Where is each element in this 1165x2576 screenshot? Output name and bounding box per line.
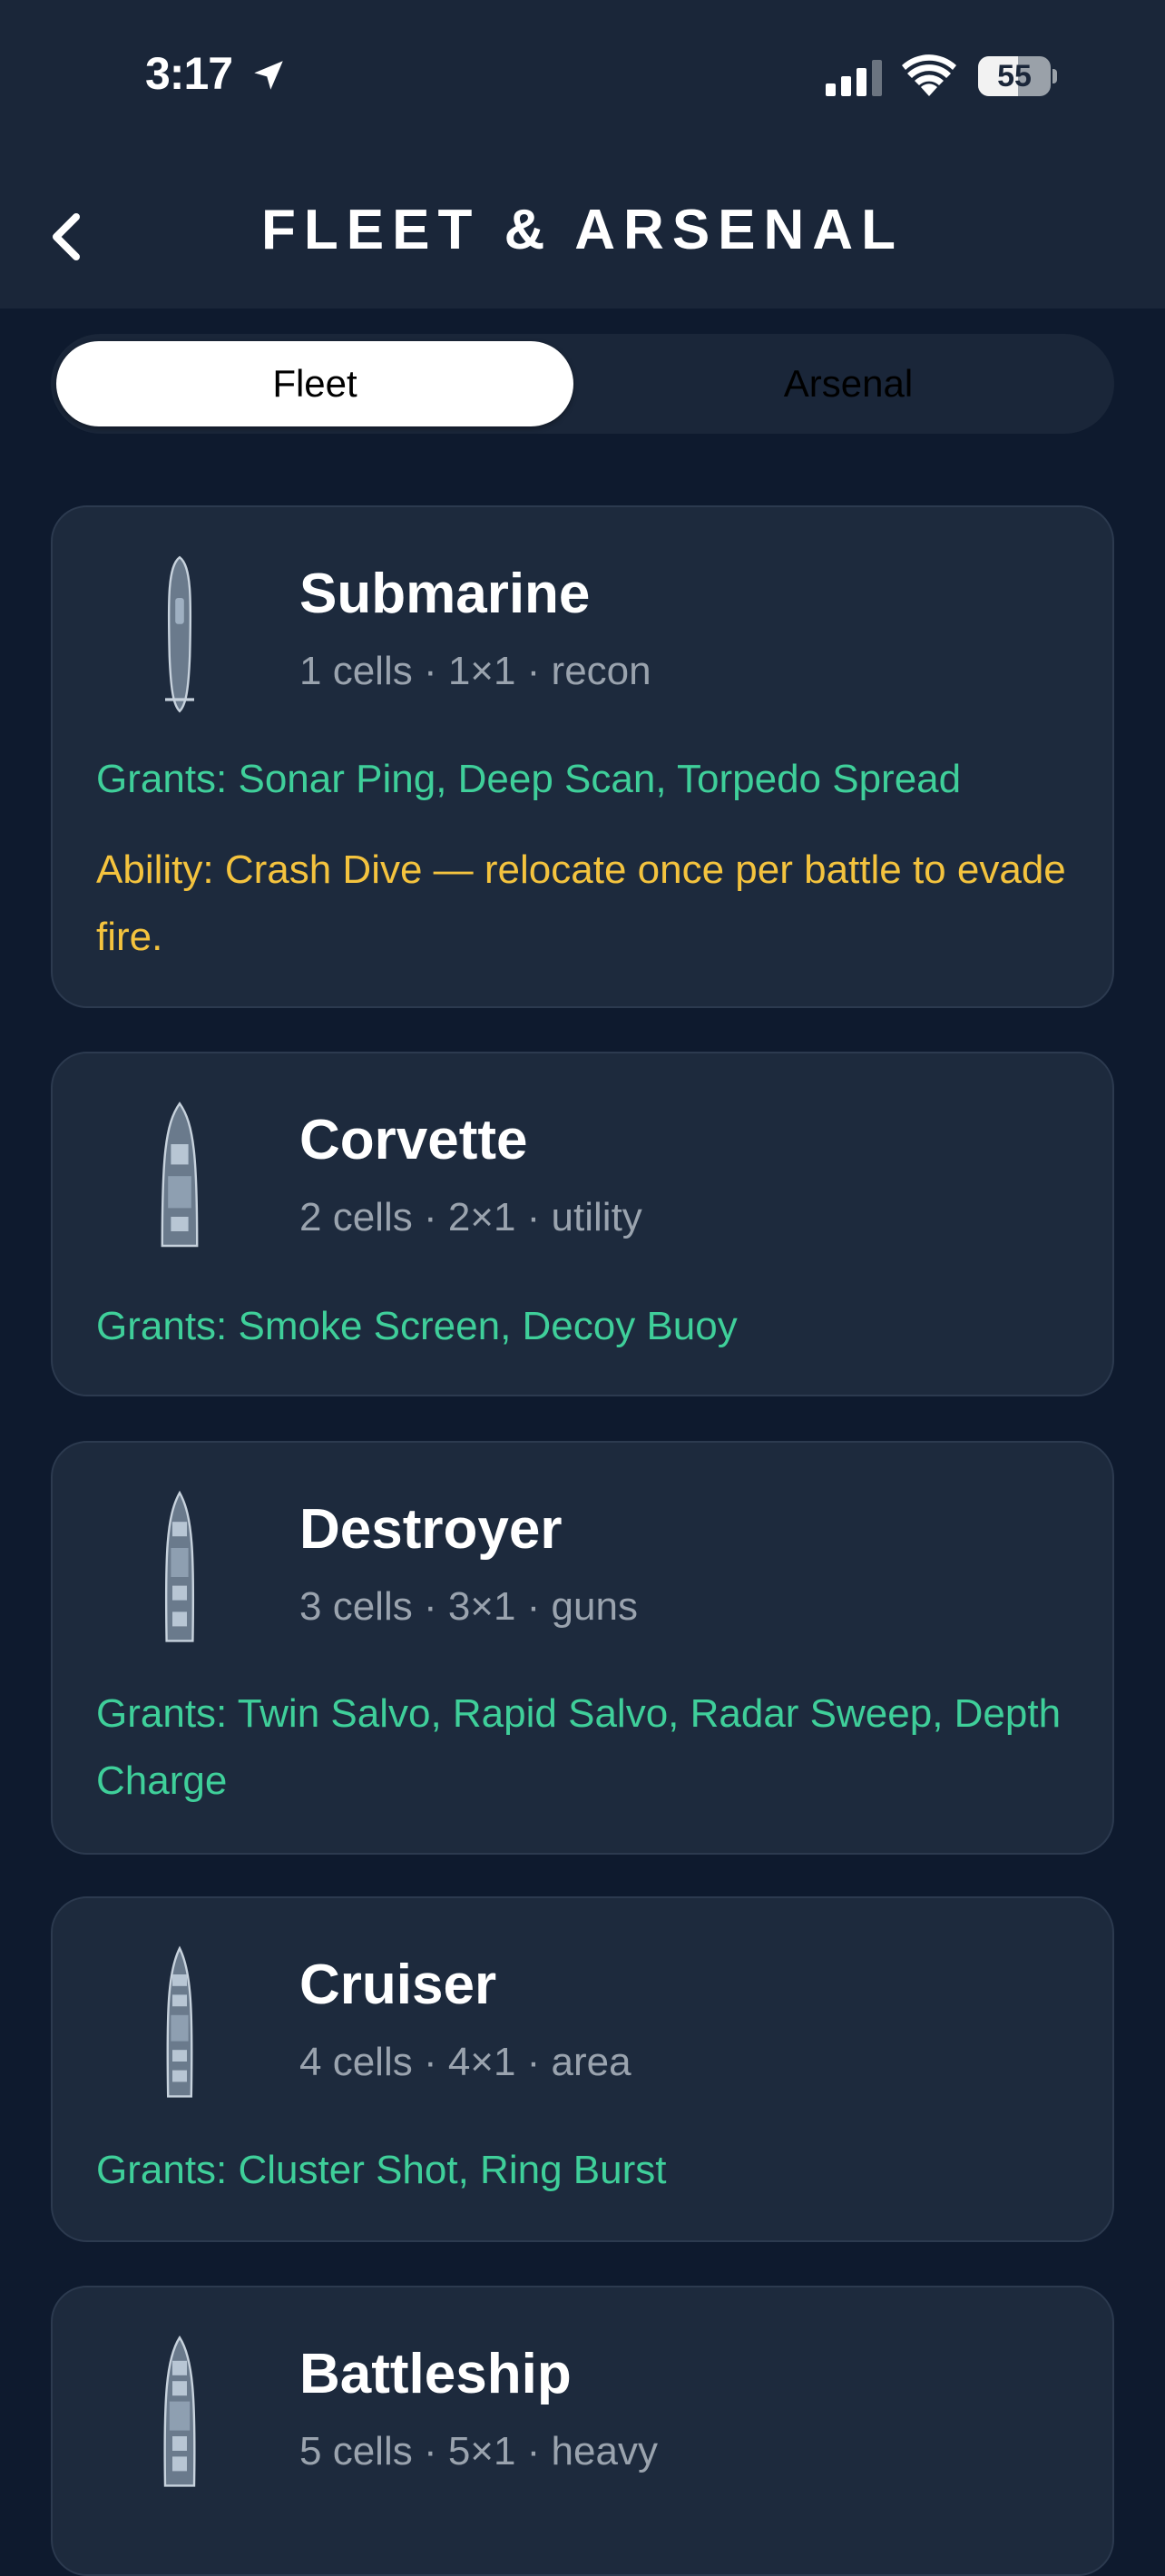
wifi-icon: [902, 54, 956, 96]
ship-ability: Ability: Crash Dive — relocate once per …: [96, 847, 1066, 959]
ship-card-corvette[interactable]: Corvette 2 cells · 2×1 · utility Grants:…: [51, 1052, 1114, 1396]
submarine-icon: [165, 555, 194, 713]
ship-card-cruiser[interactable]: Cruiser 4 cells · 4×1 · area Grants: Clu…: [51, 1896, 1114, 2242]
destroyer-icon: [164, 1490, 195, 1642]
nav-header: FLEET & ARSENAL: [0, 154, 1165, 309]
ship-grants: Grants: Smoke Screen, Decoy Buoy: [96, 1304, 738, 1348]
fleet-arsenal-segmented-control: Fleet Arsenal: [51, 334, 1114, 434]
tab-fleet[interactable]: Fleet: [56, 341, 573, 426]
battery-indicator: 55: [978, 56, 1058, 96]
ship-card-destroyer[interactable]: Destroyer 3 cells · 3×1 · guns Grants: T…: [51, 1441, 1114, 1855]
location-arrow-icon: [254, 61, 283, 90]
page-title: FLEET & ARSENAL: [261, 199, 904, 261]
status-time: 3:17: [145, 48, 233, 99]
ship-grants: Grants: Sonar Ping, Deep Scan, Torpedo S…: [96, 757, 962, 801]
ship-name: Battleship: [299, 2343, 572, 2405]
corvette-icon: [161, 1102, 199, 1248]
cruiser-icon: [166, 1945, 193, 2098]
ship-name: Submarine: [299, 563, 591, 625]
ship-meta: 3 cells · 3×1 · guns: [299, 1584, 638, 1629]
ship-name: Corvette: [299, 1109, 528, 1171]
cellular-signal-icon: [826, 60, 882, 96]
battleship-icon: [163, 2335, 196, 2487]
ship-name: Cruiser: [299, 1954, 497, 2016]
status-bar: 3:17 55: [0, 0, 1165, 154]
tab-arsenal[interactable]: Arsenal: [590, 341, 1107, 426]
battery-percent: 55: [997, 59, 1032, 93]
ship-card-battleship[interactable]: Battleship 5 cells · 5×1 · heavy: [51, 2286, 1114, 2576]
ship-meta: 5 cells · 5×1 · heavy: [299, 2429, 658, 2473]
ship-meta: 2 cells · 2×1 · utility: [299, 1195, 642, 1239]
ship-meta: 4 cells · 4×1 · area: [299, 2040, 631, 2084]
ship-grants: Grants: Twin Salvo, Rapid Salvo, Radar S…: [96, 1691, 1062, 1803]
ship-name: Destroyer: [299, 1498, 563, 1561]
ship-meta: 1 cells · 1×1 · recon: [299, 649, 651, 693]
ship-card-submarine[interactable]: Submarine 1 cells · 1×1 · recon Grants: …: [51, 505, 1114, 1008]
ship-grants: Grants: Cluster Shot, Ring Burst: [96, 2148, 667, 2192]
